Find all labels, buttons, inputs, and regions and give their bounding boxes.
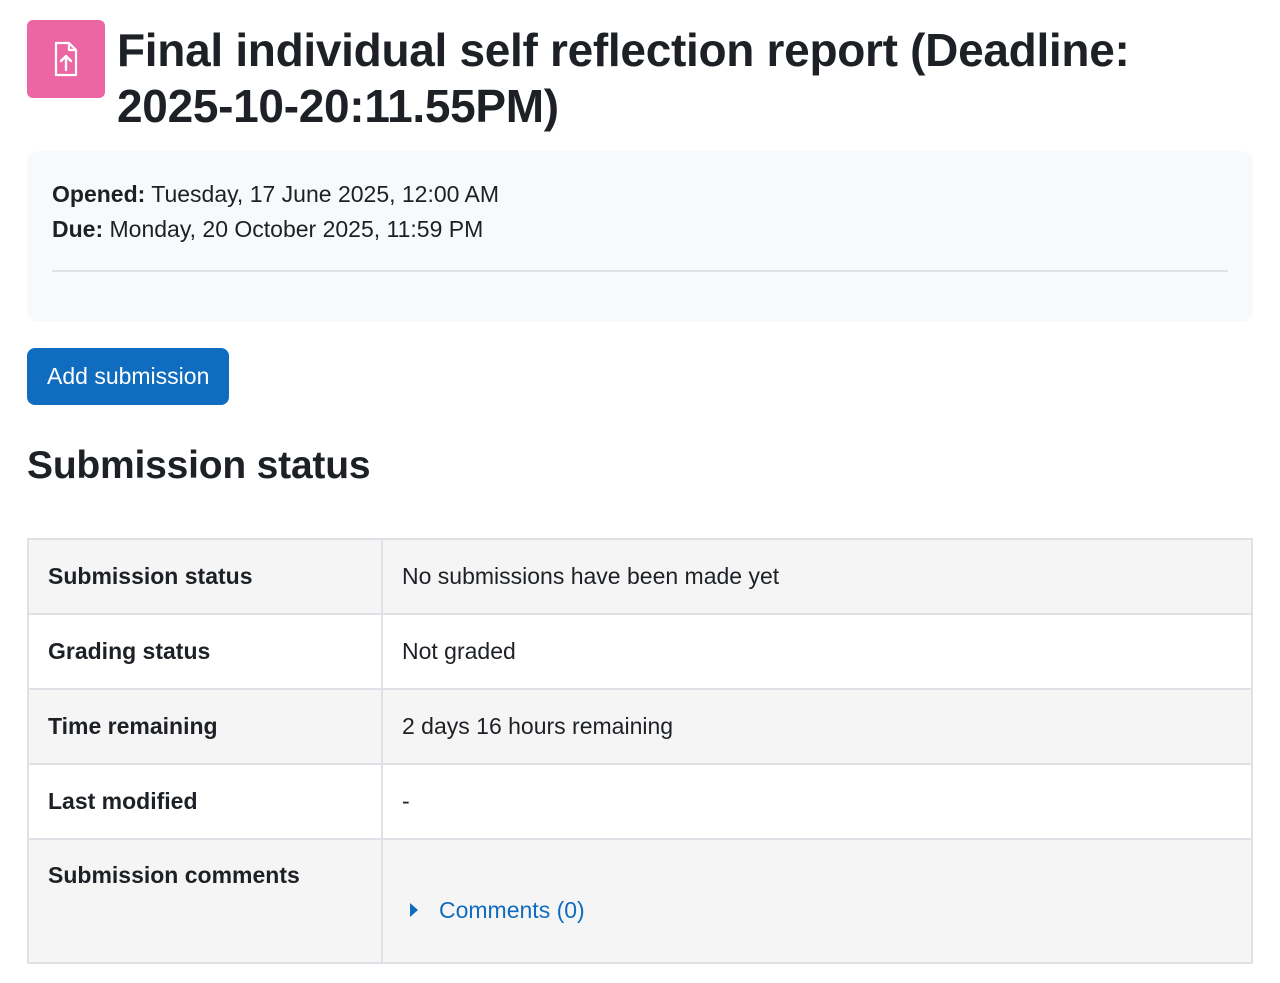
add-submission-button[interactable]: Add submission	[27, 348, 230, 405]
table-row-time-remaining: Time remaining 2 days 16 hours remaining	[27, 688, 1253, 765]
row-label: Time remaining	[27, 688, 383, 765]
row-label: Grading status	[27, 613, 383, 690]
row-label: Last modified	[27, 763, 383, 840]
comments-link-label: Comments (0)	[439, 896, 585, 923]
row-value: Not graded	[381, 613, 1253, 690]
opened-date: Opened: Tuesday, 17 June 2025, 12:00 AM	[52, 177, 1228, 212]
assignment-page: Final individual self reflection report …	[0, 0, 1280, 983]
submission-status-table: Submission status No submissions have be…	[27, 538, 1253, 964]
caret-right-icon	[410, 903, 418, 918]
assignment-upload-icon	[27, 20, 105, 98]
row-label: Submission comments	[27, 838, 383, 964]
file-upload-glyph	[54, 41, 78, 77]
row-value: No submissions have been made yet	[381, 538, 1253, 615]
due-label: Due:	[52, 216, 104, 242]
row-value: 2 days 16 hours remaining	[381, 688, 1253, 765]
due-date: Due: Monday, 20 October 2025, 11:59 PM	[52, 212, 1228, 247]
table-row-submission-status: Submission status No submissions have be…	[27, 538, 1253, 615]
table-row-grading-status: Grading status Not graded	[27, 613, 1253, 690]
comments-toggle-link[interactable]: Comments (0)	[402, 897, 585, 924]
row-value: Comments (0)	[381, 838, 1253, 964]
divider	[52, 270, 1228, 272]
table-row-submission-comments: Submission comments Comments (0)	[27, 838, 1253, 964]
opened-label: Opened:	[52, 181, 146, 207]
table-row-last-modified: Last modified -	[27, 763, 1253, 840]
submission-status-heading: Submission status	[27, 444, 371, 487]
page-title: Final individual self reflection report …	[117, 24, 1130, 132]
page-header: Final individual self reflection report …	[27, 20, 1257, 134]
activity-dates: Opened: Tuesday, 17 June 2025, 12:00 AM …	[27, 151, 1253, 322]
due-value: Monday, 20 October 2025, 11:59 PM	[109, 216, 484, 242]
opened-value: Tuesday, 17 June 2025, 12:00 AM	[151, 181, 500, 207]
row-value: -	[381, 763, 1253, 840]
row-label: Submission status	[27, 538, 383, 615]
